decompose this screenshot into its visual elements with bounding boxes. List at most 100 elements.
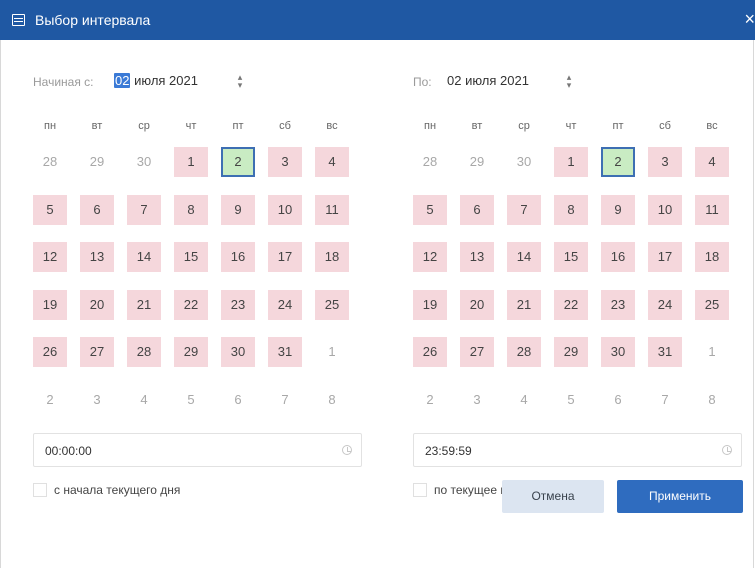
- end-calendar-day[interactable]: 3: [648, 147, 682, 177]
- start-date-field[interactable]: 02 июля 2021: [114, 72, 198, 90]
- start-calendar-day[interactable]: 8: [174, 195, 208, 225]
- end-calendar-day[interactable]: 2: [601, 147, 635, 177]
- start-calendar-day[interactable]: 19: [33, 290, 67, 320]
- start-calendar-day[interactable]: 25: [315, 290, 349, 320]
- end-calendar-day[interactable]: 17: [648, 242, 682, 272]
- end-calendar-day[interactable]: 30: [601, 337, 635, 367]
- close-icon[interactable]: ×: [741, 9, 755, 29]
- start-calendar-day[interactable]: 16: [221, 242, 255, 272]
- start-calendar-day[interactable]: 5: [33, 195, 67, 225]
- end-calendar-day[interactable]: 18: [695, 242, 729, 272]
- start-calendar-day[interactable]: 11: [315, 195, 349, 225]
- end-calendar-day[interactable]: 12: [413, 242, 447, 272]
- end-calendar-day[interactable]: 29: [460, 147, 494, 177]
- end-calendar-day[interactable]: 25: [695, 290, 729, 320]
- end-calendar-day[interactable]: 24: [648, 290, 682, 320]
- end-calendar-day[interactable]: 15: [554, 242, 588, 272]
- end-calendar-day[interactable]: 3: [460, 385, 494, 415]
- end-calendar-day[interactable]: 28: [507, 337, 541, 367]
- start-calendar-day[interactable]: 9: [221, 195, 255, 225]
- start-calendar-day[interactable]: 3: [268, 147, 302, 177]
- start-calendar-day[interactable]: 28: [127, 337, 161, 367]
- end-calendar-day[interactable]: 1: [695, 337, 729, 367]
- end-calendar-day[interactable]: 9: [601, 195, 635, 225]
- start-month-year[interactable]: июля 2021: [134, 73, 198, 88]
- end-calendar-day[interactable]: 13: [460, 242, 494, 272]
- start-calendar-day[interactable]: 23: [221, 290, 255, 320]
- end-calendar-day[interactable]: 11: [695, 195, 729, 225]
- start-calendar-day[interactable]: 28: [33, 147, 67, 177]
- end-calendar-day[interactable]: 5: [554, 385, 588, 415]
- start-calendar-day[interactable]: 4: [127, 385, 161, 415]
- end-calendar-day[interactable]: 4: [507, 385, 541, 415]
- end-calendar-day[interactable]: 30: [507, 147, 541, 177]
- end-calendar-day[interactable]: 16: [601, 242, 635, 272]
- end-calendar-day[interactable]: 8: [554, 195, 588, 225]
- start-calendar-day[interactable]: 27: [80, 337, 114, 367]
- start-calendar-day[interactable]: 29: [80, 147, 114, 177]
- end-calendar-day[interactable]: 20: [460, 290, 494, 320]
- current-time-checkbox[interactable]: [413, 483, 427, 497]
- apply-button[interactable]: Применить: [617, 480, 743, 513]
- end-calendar-day[interactable]: 2: [413, 385, 447, 415]
- start-time-field[interactable]: 00:00:00: [33, 433, 362, 467]
- end-date-spinner[interactable]: ▴ ▾: [564, 73, 574, 90]
- end-calendar-day[interactable]: 19: [413, 290, 447, 320]
- start-calendar-day[interactable]: 1: [174, 147, 208, 177]
- start-calendar-day[interactable]: 8: [315, 385, 349, 415]
- end-calendar-day[interactable]: 28: [413, 147, 447, 177]
- end-calendar-day[interactable]: 7: [507, 195, 541, 225]
- end-calendar-day[interactable]: 14: [507, 242, 541, 272]
- cancel-button[interactable]: Отмена: [502, 480, 604, 513]
- start-calendar-day[interactable]: 6: [80, 195, 114, 225]
- start-calendar-day[interactable]: 3: [80, 385, 114, 415]
- start-calendar-day[interactable]: 30: [127, 147, 161, 177]
- start-date-spinner[interactable]: ▴ ▾: [235, 73, 245, 90]
- end-time-field[interactable]: 23:59:59: [413, 433, 742, 467]
- start-calendar-day[interactable]: 24: [268, 290, 302, 320]
- start-calendar-day[interactable]: 31: [268, 337, 302, 367]
- end-calendar-day[interactable]: 6: [460, 195, 494, 225]
- end-calendar-day[interactable]: 7: [648, 385, 682, 415]
- start-of-day-label[interactable]: с начала текущего дня: [54, 483, 180, 497]
- start-calendar-day[interactable]: 1: [315, 337, 349, 367]
- start-calendar-day[interactable]: 26: [33, 337, 67, 367]
- end-calendar-day[interactable]: 8: [695, 385, 729, 415]
- start-calendar-day[interactable]: 7: [127, 195, 161, 225]
- end-calendar-day[interactable]: 10: [648, 195, 682, 225]
- start-calendar-day[interactable]: 2: [33, 385, 67, 415]
- start-calendar-day[interactable]: 4: [315, 147, 349, 177]
- end-time-value[interactable]: 23:59:59: [425, 443, 472, 459]
- start-calendar-day[interactable]: 14: [127, 242, 161, 272]
- end-calendar-day[interactable]: 23: [601, 290, 635, 320]
- start-calendar-day[interactable]: 15: [174, 242, 208, 272]
- end-calendar-day[interactable]: 21: [507, 290, 541, 320]
- start-day-segment[interactable]: 02: [114, 73, 131, 88]
- end-calendar-day[interactable]: 29: [554, 337, 588, 367]
- start-time-value[interactable]: 00:00:00: [45, 443, 92, 459]
- start-of-day-checkbox[interactable]: [33, 483, 47, 497]
- start-calendar-day[interactable]: 22: [174, 290, 208, 320]
- start-calendar-day[interactable]: 18: [315, 242, 349, 272]
- start-calendar-day[interactable]: 6: [221, 385, 255, 415]
- end-calendar-day[interactable]: 26: [413, 337, 447, 367]
- end-date-field[interactable]: 02 июля 2021: [447, 72, 529, 90]
- end-calendar-day[interactable]: 1: [554, 147, 588, 177]
- end-calendar-day[interactable]: 31: [648, 337, 682, 367]
- start-calendar-day[interactable]: 20: [80, 290, 114, 320]
- start-calendar-day[interactable]: 2: [221, 147, 255, 177]
- clock-icon[interactable]: [342, 445, 352, 455]
- end-calendar-day[interactable]: 6: [601, 385, 635, 415]
- start-calendar-day[interactable]: 12: [33, 242, 67, 272]
- start-calendar-day[interactable]: 17: [268, 242, 302, 272]
- start-calendar-day[interactable]: 13: [80, 242, 114, 272]
- clock-icon[interactable]: [722, 445, 732, 455]
- start-calendar-day[interactable]: 29: [174, 337, 208, 367]
- end-calendar-day[interactable]: 27: [460, 337, 494, 367]
- start-calendar-day[interactable]: 7: [268, 385, 302, 415]
- start-calendar-day[interactable]: 5: [174, 385, 208, 415]
- start-calendar-day[interactable]: 10: [268, 195, 302, 225]
- start-calendar-day[interactable]: 21: [127, 290, 161, 320]
- start-calendar-day[interactable]: 30: [221, 337, 255, 367]
- end-calendar-day[interactable]: 4: [695, 147, 729, 177]
